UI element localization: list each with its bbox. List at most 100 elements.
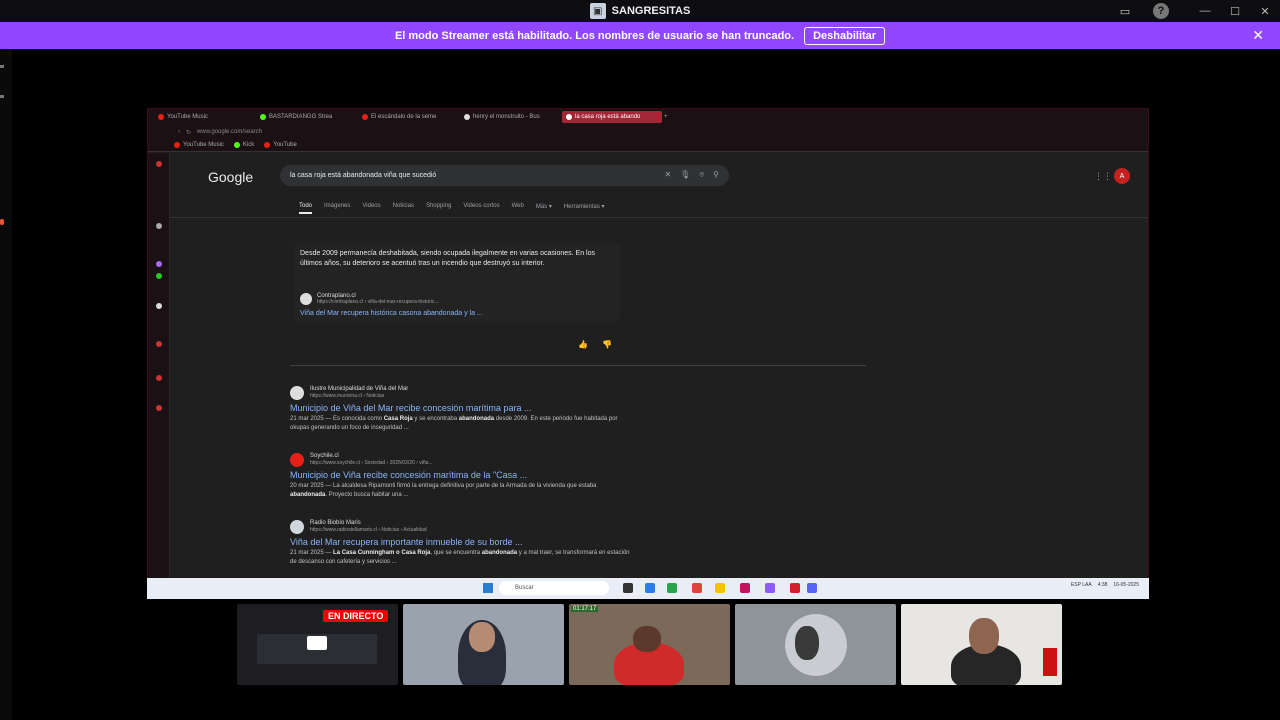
monitor-icon[interactable]: ▭	[1117, 3, 1133, 19]
url-text[interactable]: www.google.com/search	[197, 129, 262, 135]
desc-highlight: abandonada	[290, 492, 326, 498]
app-title: ▣ SANGRESITAS	[589, 3, 691, 19]
apps-grid-icon[interactable]: ⋮⋮	[1094, 171, 1112, 182]
result-url[interactable]: https://www.radiostellamaris.cl › Notici…	[310, 527, 427, 534]
thumbs-up-icon[interactable]: 👍	[578, 340, 588, 349]
sidebar-icon[interactable]	[156, 161, 162, 167]
camera-icon[interactable]: ⌾	[699, 170, 704, 180]
google-icon	[566, 114, 572, 120]
address-bar[interactable]: ‹ ↻ www.google.com/search	[148, 125, 1148, 139]
bookmark[interactable]: Kick	[233, 142, 254, 148]
browser-tab-active[interactable]: la casa roja está abando	[562, 111, 662, 123]
google-tabs: Todo Imágenes Videos Noticias Shopping V…	[299, 203, 605, 214]
desc-highlight: abandonada	[458, 416, 495, 422]
app-titlebar: ▣ SANGRESITAS ▭ ? — ☐ ✕	[0, 0, 1280, 22]
taskbar-app-icon[interactable]	[765, 583, 775, 593]
taskbar-app-icon[interactable]	[623, 583, 633, 593]
webcam-tile[interactable]	[901, 604, 1062, 685]
close-window-icon[interactable]: ✕	[1250, 0, 1280, 22]
tray-time[interactable]: 4:38	[1098, 582, 1108, 588]
tab-web[interactable]: Web	[512, 203, 524, 214]
clear-icon[interactable]: ✕	[664, 170, 671, 180]
sidebar-icon[interactable]	[156, 223, 162, 229]
result-url[interactable]: https://www.soychile.cl › Sociedad › 202…	[310, 460, 433, 467]
bookmark-label: YouTube	[273, 142, 297, 148]
new-tab-icon[interactable]: +	[664, 114, 668, 120]
disable-streamer-mode-button[interactable]: Deshabilitar	[804, 26, 886, 45]
tab-videos-cortos[interactable]: Videos cortos	[463, 203, 499, 214]
microphone-icon[interactable]: 🎙	[680, 170, 690, 180]
taskbar-app-icon[interactable]	[790, 583, 800, 593]
google-search-box[interactable]: la casa roja está abandonada viña que su…	[280, 165, 729, 186]
tab-imagenes[interactable]: Imágenes	[324, 203, 350, 214]
taskbar-app-icon[interactable]	[667, 583, 677, 593]
tab-noticias[interactable]: Noticias	[393, 203, 414, 214]
bookmark-label: YouTube Music	[183, 142, 224, 148]
opera-sidebar	[148, 153, 170, 586]
tab-shopping[interactable]: Shopping	[426, 203, 451, 214]
site-favicon-icon	[290, 519, 304, 534]
system-tray: ESP LAA 4:38 16-05-2025	[1071, 582, 1139, 588]
snippet-source-url: https://contraplano.cl › viña-del-mar-re…	[317, 299, 439, 305]
taskbar-search[interactable]: Buscar	[499, 581, 609, 595]
tab-todo[interactable]: Todo	[299, 203, 313, 214]
desc-text: . Proyecto busca habitar una ...	[325, 492, 409, 498]
whatsapp-icon[interactable]	[156, 273, 162, 279]
snippet-source[interactable]: Contraplano.cl https://contraplano.cl › …	[300, 293, 438, 305]
sidebar-icon[interactable]	[156, 405, 162, 411]
reload-icon[interactable]: ↻	[186, 129, 191, 136]
webcam-tile[interactable]: 01:17:17	[569, 604, 730, 685]
snippet-link[interactable]: Viña del Mar recupera histórica casona a…	[300, 310, 483, 317]
taskbar-app-icon[interactable]	[692, 583, 702, 593]
back-icon[interactable]: ‹	[178, 129, 180, 135]
tiktok-icon[interactable]	[156, 303, 162, 309]
browser-tab[interactable]: BASTARDIANGG Strea	[256, 111, 356, 123]
discord-icon[interactable]	[807, 583, 817, 593]
result-title-link[interactable]: Municipio de Viña del Mar recibe concesi…	[290, 403, 650, 413]
webcam-tile[interactable]	[403, 604, 564, 685]
result-title-link[interactable]: Municipio de Viña recibe concesión marít…	[290, 470, 650, 480]
tab-herramientas[interactable]: Herramientas ▾	[564, 203, 605, 214]
thumbs-down-icon[interactable]: 👎	[602, 340, 612, 349]
tray-language[interactable]: ESP LAA	[1071, 582, 1092, 588]
webcam-tile[interactable]	[735, 604, 896, 685]
app-icon: ▣	[589, 3, 606, 19]
tray-date[interactable]: 16-05-2025	[1113, 582, 1139, 588]
help-icon[interactable]: ?	[1153, 3, 1169, 19]
windows-start-icon[interactable]	[483, 583, 493, 593]
google-logo[interactable]: Google	[208, 169, 253, 185]
browser-tab[interactable]: henry el monstruito - Bus	[460, 111, 560, 123]
face	[795, 626, 819, 660]
folder-icon[interactable]	[715, 583, 725, 593]
result-title-link[interactable]: Viña del Mar recupera importante inmuebl…	[290, 537, 650, 547]
browser-tab[interactable]: El escándalo de la seme	[358, 111, 458, 123]
stream-timer: 01:17:17	[571, 606, 599, 612]
bookmark[interactable]: YouTube	[264, 142, 297, 148]
banner-message: El modo Streamer está habilitado. Los no…	[394, 29, 795, 42]
screen-share-tile[interactable]: EN DIRECTO	[237, 604, 398, 685]
tab-label: YouTube Music	[167, 114, 208, 120]
desc-highlight: abandonada	[481, 550, 518, 556]
app-title-text: SANGRESITAS	[611, 5, 691, 17]
rail-dot	[0, 65, 4, 68]
taskbar-app-icon[interactable]	[645, 583, 655, 593]
minimize-icon[interactable]: —	[1190, 0, 1220, 22]
search-query[interactable]: la casa roja está abandonada viña que su…	[290, 172, 436, 179]
result-url[interactable]: https://www.munivina.cl › Noticias	[310, 393, 408, 400]
sidebar-icon[interactable]	[156, 341, 162, 347]
browser-tab[interactable]: YouTube Music	[154, 111, 254, 123]
tab-videos[interactable]: Videos	[362, 203, 380, 214]
site-favicon-icon	[290, 452, 304, 467]
search-icon[interactable]: ⚲	[713, 170, 719, 180]
bookmark[interactable]: YouTube Music	[174, 142, 224, 148]
close-banner-icon[interactable]: ✕	[1252, 27, 1264, 44]
sidebar-icon[interactable]	[156, 375, 162, 381]
tab-mas[interactable]: Más ▾	[536, 203, 552, 214]
divider	[170, 217, 1148, 218]
sidebar-icon[interactable]	[156, 261, 162, 267]
opera-icon[interactable]	[740, 583, 750, 593]
youtube-icon	[264, 142, 271, 148]
account-avatar[interactable]: A	[1114, 168, 1130, 184]
result-site: Radio Biobío Maris	[310, 520, 361, 526]
maximize-icon[interactable]: ☐	[1220, 0, 1250, 22]
